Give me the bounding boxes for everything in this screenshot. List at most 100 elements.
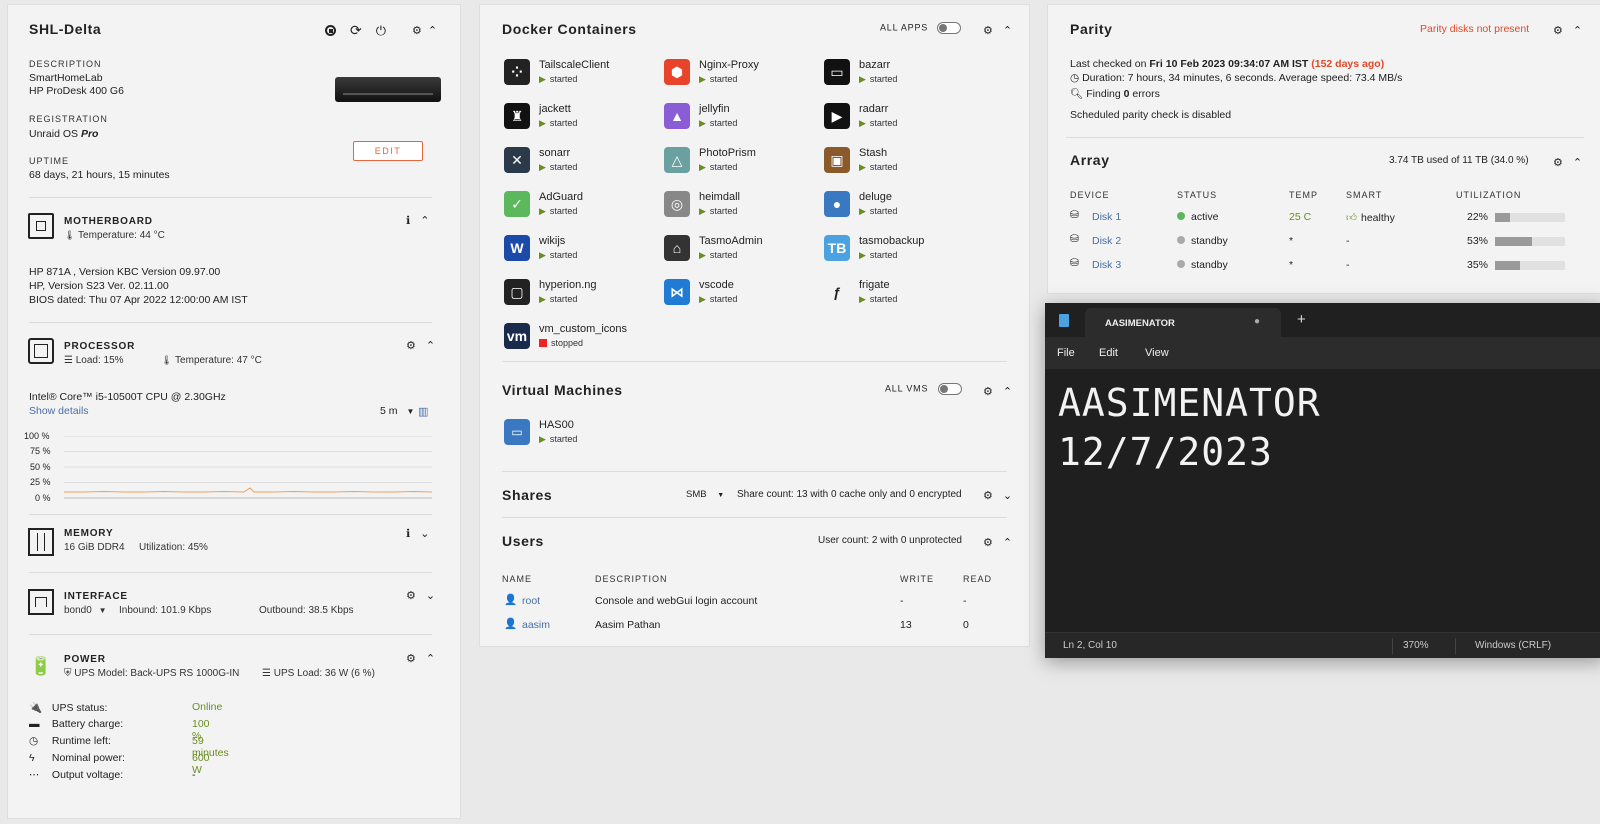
settings-gear-icon[interactable]: ⚙ [406, 652, 416, 665]
cpu-load-plot [64, 436, 432, 499]
disk-status-text: standby [1191, 259, 1228, 271]
play-icon: ▶ [859, 118, 866, 128]
collapse-chevron-icon[interactable]: ⌃ [1573, 24, 1582, 37]
container-name: tasmobackup [859, 235, 925, 247]
power-icon[interactable]: ⏻ [376, 24, 386, 37]
collapse-chevron-icon[interactable]: ⌃ [1573, 156, 1582, 169]
settings-gear-icon[interactable]: ⚙ [983, 385, 993, 398]
container-item[interactable]: Wwikijs ▶ started [504, 235, 664, 267]
container-item[interactable]: ◎ heimdall ▶ started [664, 191, 824, 223]
parity-warning: Parity disks not present [1420, 23, 1530, 35]
settings-gear-icon[interactable]: ⚙ [983, 536, 993, 549]
container-status: ▶ started [539, 250, 577, 261]
status-divider [1455, 638, 1456, 654]
container-item[interactable]: ⁘ TailscaleClient ▶ started [504, 59, 664, 91]
shares-protocol-select[interactable]: SMB ▼ [686, 489, 724, 500]
all-vms-toggle[interactable]: ALL VMS [885, 383, 962, 395]
collapse-chevron-icon[interactable]: ⌃ [420, 214, 429, 227]
collapse-chevron-icon[interactable]: ⌃ [1003, 536, 1012, 549]
disk-smart: - [1346, 235, 1350, 247]
info-icon[interactable]: ℹ [406, 527, 410, 540]
expand-chevron-icon[interactable]: ⌄ [1003, 489, 1012, 502]
settings-gear-icon[interactable]: ⚙ [1553, 24, 1563, 37]
settings-gear-icon[interactable]: ⚙ [406, 339, 416, 352]
settings-gear-icon[interactable]: ⚙ [983, 24, 993, 37]
notepad-window: AASIMENATOR ● + File Edit View AASIMENAT… [1045, 303, 1600, 658]
container-item[interactable]: △ PhotoPrism ▶ started [664, 147, 824, 179]
status-dot [1177, 236, 1185, 244]
container-item[interactable]: ● deluge ▶ started [824, 191, 984, 223]
vm-item-has00[interactable]: ▭ HAS00 ▶ started [504, 419, 664, 451]
parity-controls: ⚙ ⌃ [1553, 24, 1582, 37]
container-item[interactable]: vm vm_custom_icons stopped [504, 323, 664, 355]
play-icon: ▶ [539, 162, 546, 172]
description-label: DESCRIPTION [29, 59, 102, 69]
disk-name[interactable]: Disk 1 [1092, 211, 1121, 223]
collapse-chevron-icon[interactable]: ⌃ [1003, 24, 1012, 37]
user-name-aasim[interactable]: aasim [522, 619, 550, 631]
play-icon: ▶ [539, 206, 546, 216]
expand-chevron-icon[interactable]: ⌄ [420, 527, 429, 540]
interface-select[interactable]: bond0 ▼ [64, 605, 107, 616]
container-item[interactable]: ⬢ Nginx-Proxy ▶ started [664, 59, 824, 91]
container-item[interactable]: ▣ Stash ▶ started [824, 147, 984, 179]
collapse-chevron-icon[interactable]: ⌃ [1003, 385, 1012, 398]
container-item[interactable]: ♜ jackett ▶ started [504, 103, 664, 135]
menu-edit[interactable]: Edit [1099, 347, 1118, 359]
container-status-text: stopped [551, 338, 584, 348]
reboot-icon[interactable]: ⟳ [350, 23, 362, 37]
disk-name[interactable]: Disk 2 [1092, 235, 1121, 247]
expand-chevron-icon[interactable]: ⌄ [426, 589, 435, 602]
settings-gear-icon[interactable]: ⚙ [983, 489, 993, 502]
unsaved-dot-icon[interactable]: ● [1254, 316, 1260, 327]
container-name: deluge [859, 191, 893, 203]
ups-status-row: 🔌 UPS status: Online [29, 701, 222, 718]
disk-name[interactable]: Disk 3 [1092, 259, 1121, 271]
notepad-tab-bar: AASIMENATOR ● + [1045, 303, 1600, 337]
collapse-chevron-icon[interactable]: ⌃ [426, 339, 435, 352]
stop-array-icon[interactable] [325, 25, 336, 36]
container-item[interactable]: TB tasmobackup ▶ started [824, 235, 984, 267]
stop-icon [539, 339, 547, 347]
container-item[interactable]: ⌂ TasmoAdmin ▶ started [664, 235, 824, 267]
container-item[interactable]: ⋈ vscode ▶ started [664, 279, 824, 311]
all-apps-toggle[interactable]: ALL APPS [880, 22, 962, 34]
container-name: PhotoPrism [699, 147, 756, 159]
notepad-editor[interactable]: AASIMENATOR 12/7/2023 [1045, 369, 1600, 632]
menu-file[interactable]: File [1057, 347, 1075, 359]
parity-title: Parity [1070, 21, 1113, 37]
container-item[interactable]: ▶ radarr ▶ started [824, 103, 984, 135]
new-tab-plus-icon[interactable]: + [1297, 311, 1306, 328]
parity-last-checked: Last checked on Fri 10 Feb 2023 09:34:07… [1070, 58, 1384, 70]
container-item[interactable]: ▲ jellyfin ▶ started [664, 103, 824, 135]
interval-select[interactable]: 5 m ▼ [380, 405, 414, 417]
play-icon: ▶ [539, 118, 546, 128]
all-vms-switch[interactable] [937, 383, 962, 395]
menu-view[interactable]: View [1145, 347, 1169, 359]
container-name: jackett [539, 103, 571, 115]
user-name-root[interactable]: root [522, 595, 540, 607]
container-status: ▶ started [699, 118, 737, 129]
collapse-chevron-icon[interactable]: ⌃ [428, 24, 437, 37]
show-details-link[interactable]: Show details [29, 405, 89, 417]
utilization-bar [1495, 236, 1565, 246]
container-item[interactable]: ▭ bazarr ▶ started [824, 59, 984, 91]
utilization-bar-fill [1495, 260, 1520, 270]
all-apps-switch[interactable] [937, 22, 962, 34]
notepad-tab[interactable]: AASIMENATOR ● [1085, 308, 1281, 337]
info-icon[interactable]: ℹ [406, 214, 410, 227]
container-item[interactable]: ▢ hyperion.ng ▶ started [504, 279, 664, 311]
settings-gear-icon[interactable]: ⚙ [412, 24, 422, 37]
container-item[interactable]: ✓ AdGuard ▶ started [504, 191, 664, 223]
container-status: ▶ started [539, 294, 577, 305]
container-item[interactable]: ✕ sonarr ▶ started [504, 147, 664, 179]
battery-charge-row: ▬ Battery charge: 100 % [29, 718, 210, 742]
container-item[interactable]: ƒ frigate ▶ started [824, 279, 984, 311]
edit-button[interactable]: EDIT [353, 141, 423, 161]
chart-icon[interactable]: ▥ [418, 405, 428, 418]
settings-gear-icon[interactable]: ⚙ [1553, 156, 1563, 169]
settings-gear-icon[interactable]: ⚙ [406, 589, 416, 602]
collapse-chevron-icon[interactable]: ⌃ [426, 652, 435, 665]
play-icon: ▶ [859, 294, 866, 304]
container-app-icon: ▶ [824, 103, 850, 129]
